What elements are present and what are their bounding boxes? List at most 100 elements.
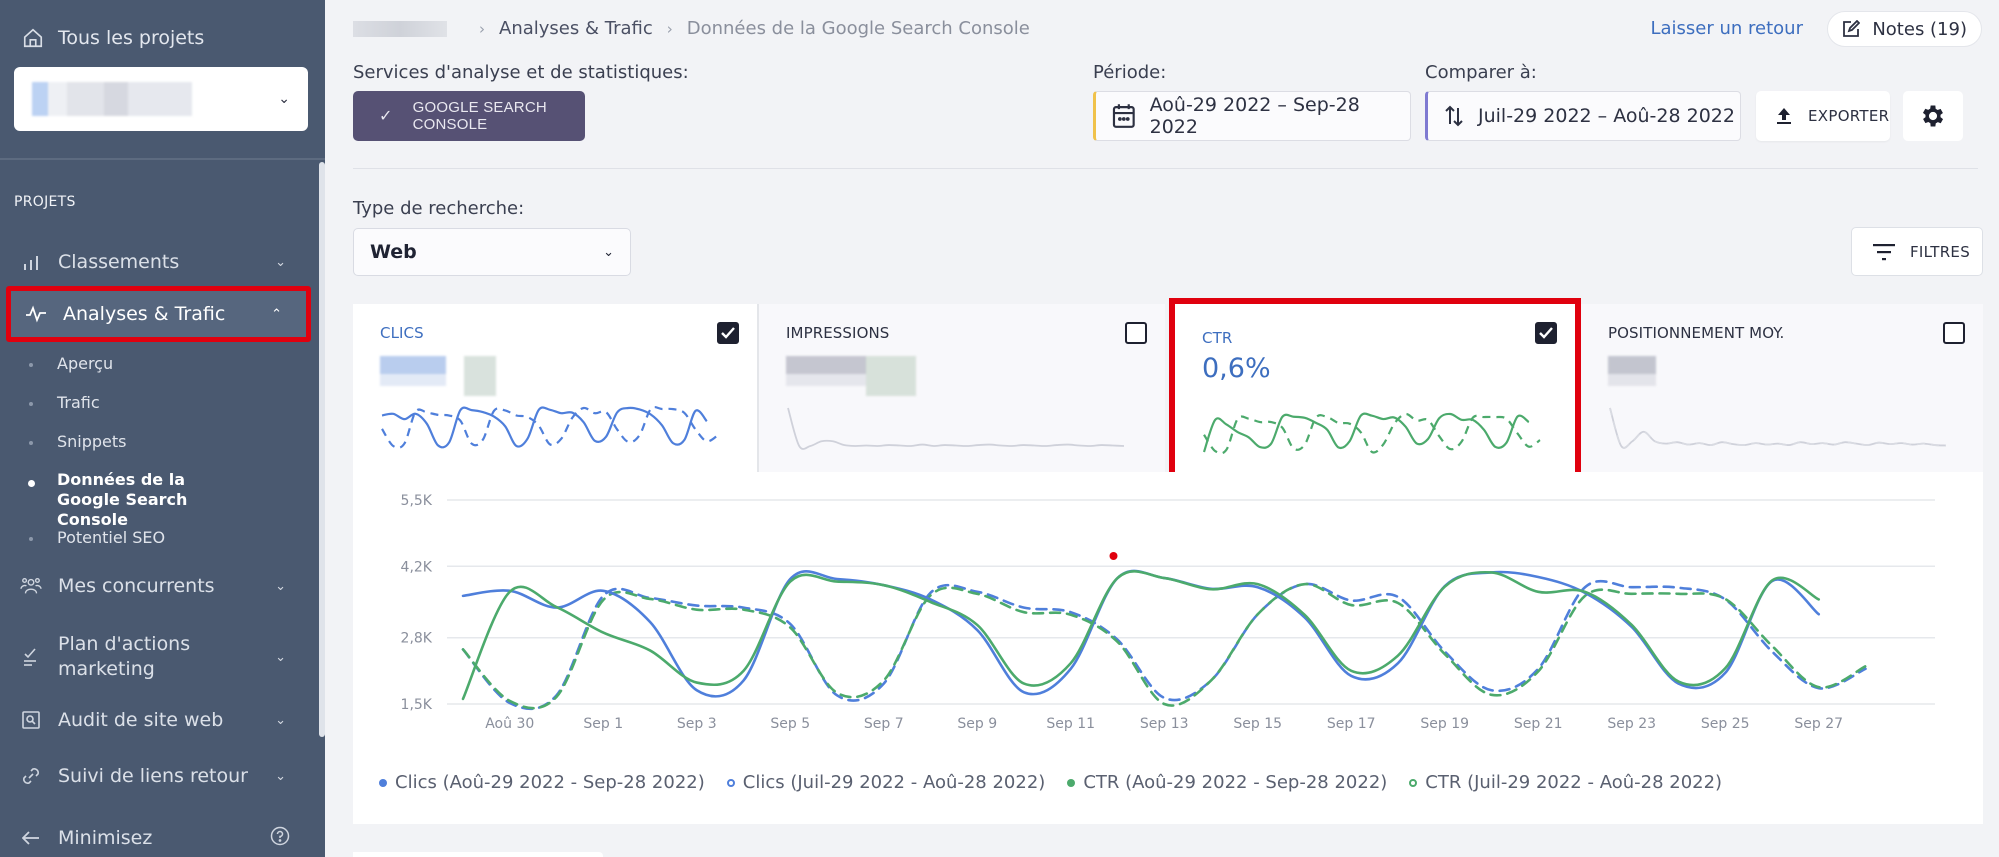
- metric-checkbox-clics[interactable]: [717, 322, 739, 344]
- chevron-down-icon: ⌄: [275, 649, 286, 665]
- metric-card-impressions[interactable]: IMPRESSIONS: [759, 304, 1165, 472]
- filters-button[interactable]: FILTRES: [1851, 227, 1983, 276]
- metric-title: POSITIONNEMENT MOY.: [1608, 324, 1785, 342]
- sidebar-subitem-trafic[interactable]: Trafic: [0, 393, 100, 412]
- breadcrumb-analyses[interactable]: Analyses & Trafic: [499, 18, 653, 39]
- filters-label: FILTRES: [1910, 242, 1971, 261]
- check-icon: ✓: [379, 108, 393, 125]
- metric-checkbox-position[interactable]: [1943, 322, 1965, 344]
- sidebar-item-label: Mes concurrents: [58, 575, 215, 597]
- minimize-sidebar-button[interactable]: Minimisez: [0, 816, 318, 857]
- chevron-down-icon: ⌄: [603, 244, 614, 260]
- google-search-console-button[interactable]: ✓ GOOGLE SEARCH CONSOLE: [353, 91, 585, 141]
- sidebar-subitem-label: Snippets: [57, 432, 127, 451]
- sparkline-current: [787, 407, 1125, 450]
- sparkline-impressions: [787, 407, 1125, 450]
- x-tick-label: Sep 19: [1420, 716, 1469, 732]
- metric-value-ctr: 0,6%: [1202, 353, 1271, 384]
- chevron-down-icon: ⌄: [275, 712, 286, 728]
- sidebar-item-plan-actions[interactable]: Plan d'actions marketing ⌄: [0, 628, 318, 686]
- metric-checkbox-ctr[interactable]: [1535, 322, 1557, 344]
- metric-card-ctr[interactable]: CTR 0,6%: [1169, 298, 1581, 488]
- compare-date-picker[interactable]: Juil-29 2022 – Aoû-28 2022: [1425, 91, 1741, 141]
- sparkline-ctr: [1202, 412, 1541, 455]
- y-tick-label: 1,5K: [401, 697, 433, 713]
- series-line-clics-current: [461, 569, 1821, 698]
- main-content: › Analyses & Trafic › Données de la Goog…: [325, 0, 1999, 857]
- sidebar-item-analyses-trafic[interactable]: Analyses & Trafic ⌃: [6, 286, 311, 342]
- sidebar-subitem-label: Aperçu: [57, 354, 114, 373]
- metric-card-clics[interactable]: CLICS: [353, 304, 759, 472]
- sidebar-item-label: Analyses & Trafic: [63, 303, 226, 325]
- y-tick-label: 5,5K: [401, 493, 433, 509]
- search-page-icon: [20, 709, 42, 731]
- sidebar-subitem-potentiel-seo[interactable]: Potentiel SEO: [0, 528, 165, 547]
- y-tick-label: 2,8K: [401, 631, 433, 647]
- settings-button[interactable]: [1903, 91, 1963, 141]
- bullet-icon: [29, 537, 33, 541]
- notes-button[interactable]: Notes (19): [1827, 11, 1982, 47]
- sidebar-item-audit-site[interactable]: Audit de site web ⌄: [0, 698, 318, 742]
- x-tick-label: Sep 27: [1794, 716, 1843, 732]
- sidebar-subitem-label: Potentiel SEO: [57, 528, 166, 547]
- x-tick-label: Sep 13: [1140, 716, 1189, 732]
- sidebar-item-suivi-liens[interactable]: Suivi de liens retour ⌄: [0, 754, 318, 798]
- legend-item[interactable]: Clics (Juil-29 2022 - Aoû-28 2022): [726, 772, 1046, 793]
- y-tick-label: 4,2K: [401, 559, 433, 575]
- breadcrumb-project-redacted[interactable]: [353, 20, 447, 37]
- export-button[interactable]: EXPORTER: [1756, 91, 1890, 141]
- chevron-down-icon: ⌄: [275, 768, 286, 784]
- sidebar-item-mes-concurrents[interactable]: Mes concurrents ⌄: [0, 564, 318, 608]
- period-date-picker[interactable]: Aoû-29 2022 – Sep-28 2022: [1093, 91, 1411, 141]
- sidebar-subitem-label: Trafic: [57, 393, 100, 412]
- x-tick-label: Sep 11: [1046, 716, 1095, 732]
- metric-card-position[interactable]: POSITIONNEMENT MOY.: [1581, 304, 1983, 472]
- sidebar-subitem-apercu[interactable]: Aperçu: [0, 354, 113, 373]
- legend-dot-icon: [1409, 778, 1418, 787]
- filter-icon: [1873, 243, 1895, 260]
- sidebar-divider: [0, 158, 325, 160]
- section-divider: [353, 168, 1978, 169]
- users-icon: [20, 575, 42, 597]
- sparkline-clics: [381, 405, 719, 449]
- sidebar-subitem-snippets[interactable]: Snippets: [0, 432, 127, 451]
- minimize-label: Minimisez: [58, 827, 153, 849]
- x-tick-label: Sep 15: [1233, 716, 1282, 732]
- sidebar-item-label: Plan d'actions marketing: [58, 633, 191, 680]
- sidebar-item-label: Classements: [58, 251, 180, 273]
- series-line-clics-previous: [461, 579, 1867, 711]
- metric-value-redacted: [786, 356, 916, 396]
- x-tick-label: Sep 21: [1514, 716, 1563, 732]
- metric-title: CLICS: [380, 324, 424, 342]
- breadcrumb: › Analyses & Trafic › Données de la Goog…: [353, 18, 1030, 39]
- sidebar-subitem-gsc-data[interactable]: Données de la Google Search Console: [0, 470, 237, 530]
- legend-item[interactable]: Clics (Aoû-29 2022 - Sep-28 2022): [379, 772, 705, 793]
- note-marker-icon: [1109, 552, 1118, 560]
- all-projects-link[interactable]: Tous les projets: [0, 0, 325, 76]
- legend-dot-icon: [379, 778, 387, 787]
- sparkline-current: [1202, 412, 1530, 453]
- sparkline-previous: [1203, 412, 1541, 455]
- x-tick-label: Sep 5: [770, 716, 810, 732]
- home-icon: [23, 28, 43, 48]
- legend-item[interactable]: CTR (Juil-29 2022 - Aoû-28 2022): [1409, 772, 1722, 793]
- feedback-link[interactable]: Laisser un retour: [1650, 18, 1803, 39]
- metric-checkbox-impressions[interactable]: [1125, 322, 1147, 344]
- chevron-up-icon: ⌃: [271, 306, 282, 322]
- chevron-down-icon: ⌄: [278, 91, 290, 107]
- legend-item[interactable]: CTR (Aoû-29 2022 - Sep-28 2022): [1067, 772, 1387, 793]
- search-type-select[interactable]: Web ⌄: [353, 228, 631, 276]
- section-label-projets: PROJETS: [14, 194, 76, 210]
- search-type-value: Web: [370, 241, 417, 263]
- project-name-redacted: [32, 82, 192, 116]
- edit-icon: [1843, 20, 1861, 37]
- question-circle-icon[interactable]: [270, 826, 290, 851]
- period-value: Aoû-29 2022 – Sep-28 2022: [1149, 94, 1360, 138]
- legend-label: CTR (Aoû-29 2022 - Sep-28 2022): [1083, 772, 1388, 793]
- chevron-down-icon: ⌄: [275, 254, 286, 270]
- project-select[interactable]: ⌄: [14, 67, 308, 131]
- legend-label: Clics (Juil-29 2022 - Aoû-28 2022): [742, 772, 1046, 793]
- breadcrumb-current: Données de la Google Search Console: [686, 18, 1030, 39]
- sidebar-item-classements[interactable]: Classements ⌄: [0, 240, 318, 284]
- metric-title: IMPRESSIONS: [786, 324, 890, 342]
